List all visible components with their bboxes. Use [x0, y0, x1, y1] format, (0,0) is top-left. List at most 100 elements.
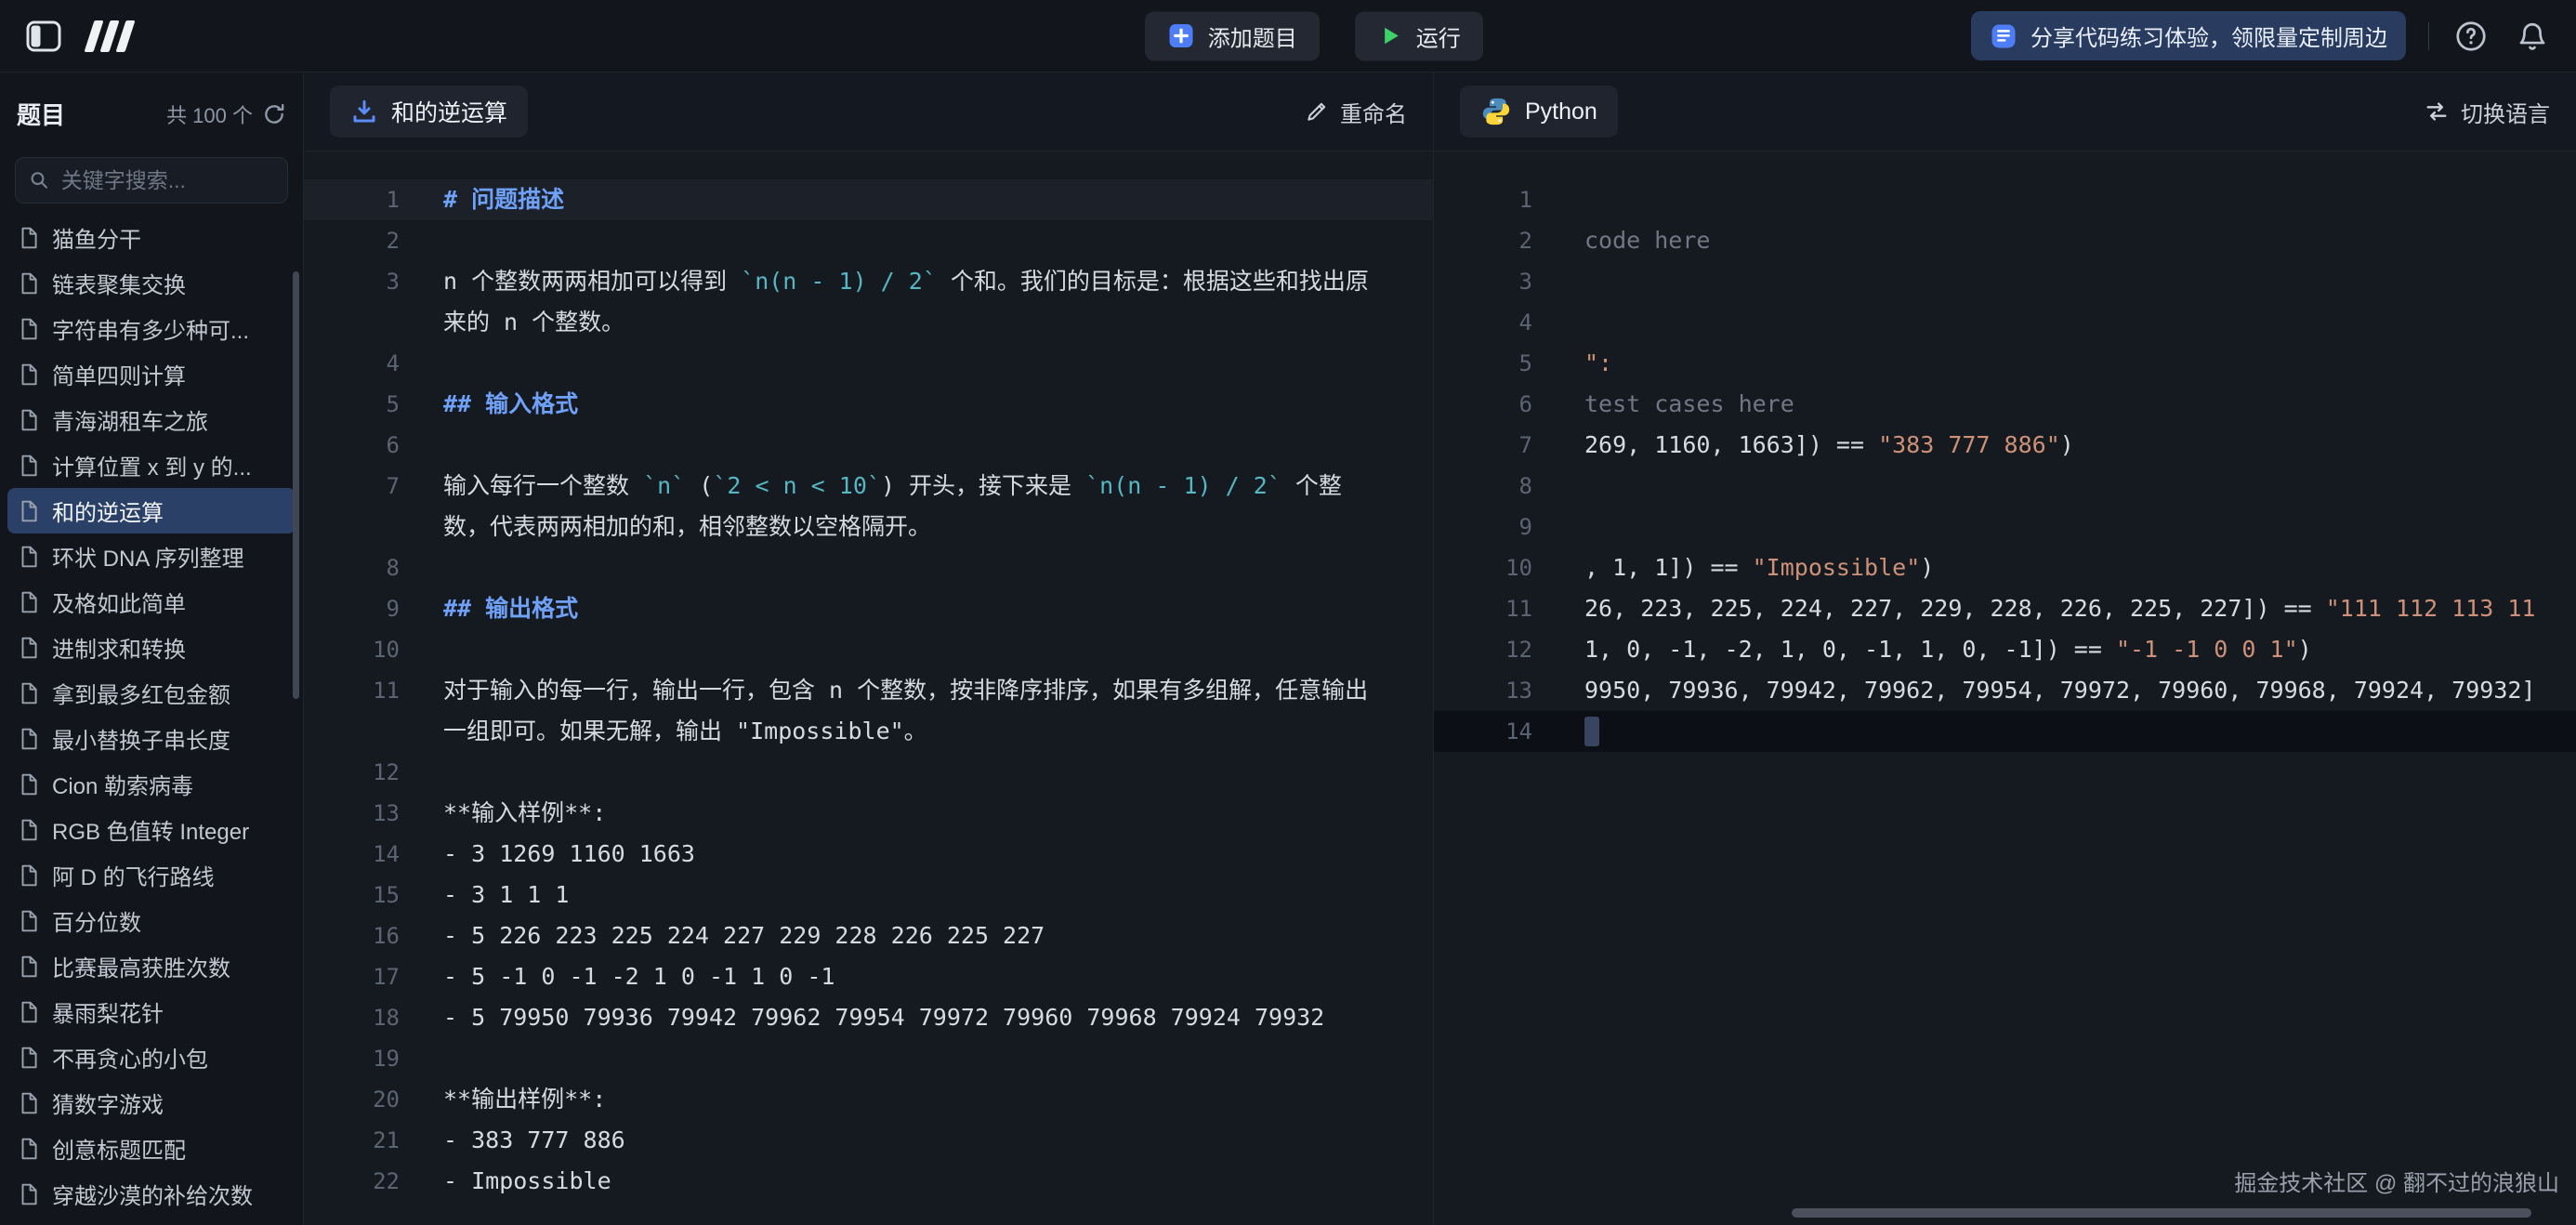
add-problem-button[interactable]: 添加题目 — [1145, 11, 1320, 60]
document-icon — [17, 772, 41, 797]
logo-slash-icon — [115, 20, 135, 52]
code-line: 7269, 1160, 1663]) == "383 777 886") — [1434, 425, 2576, 466]
problem-editor[interactable]: 1# 问题描述23n 个整数两两相加可以得到 `n(n - 1) / 2` 个和… — [304, 151, 1433, 1225]
code-line: 3 — [1434, 261, 2576, 302]
document-icon — [17, 818, 41, 842]
sidebar-item-label: 阿 D 的飞行路线 — [52, 859, 215, 891]
sidebar-item[interactable]: 最小替换子串长度 — [7, 716, 296, 761]
sidebar-item[interactable]: 进制求和转换 — [7, 625, 296, 670]
line-content: 9950, 79936, 79942, 79962, 79954, 79972,… — [1584, 670, 2536, 711]
problem-line: 2 — [304, 220, 1433, 261]
sidebar-toggle-button[interactable] — [24, 17, 63, 56]
line-content: ## 输入格式 — [443, 384, 1433, 425]
language-tab[interactable]: Python — [1460, 86, 1618, 138]
sidebar-item[interactable]: 单词计数器 — [7, 1217, 296, 1225]
line-content: - Impossible — [443, 1161, 1433, 1202]
pencil-icon — [1305, 99, 1329, 124]
promo-text: 分享代码练习体验，领限量定制周边 — [2031, 20, 2387, 52]
problem-count-label: 共 100 个 — [166, 99, 253, 129]
line-content: ## 输出格式 — [443, 588, 1433, 629]
notifications-button[interactable] — [2513, 17, 2552, 56]
sidebar-item-label: 和的逆运算 — [52, 494, 164, 527]
sidebar-item[interactable]: 青海湖租车之旅 — [7, 397, 296, 442]
line-content: 1, 0, -1, -2, 1, 0, -1, 1, 0, -1]) == "-… — [1584, 629, 2312, 670]
problem-line: 10 — [304, 629, 1433, 670]
sidebar-item[interactable]: 计算位置 x 到 y 的... — [7, 442, 296, 488]
problem-line: 6 — [304, 425, 1433, 466]
run-button[interactable]: 运行 — [1355, 11, 1483, 60]
app-logo[interactable] — [89, 20, 130, 53]
rename-button[interactable]: 重命名 — [1305, 96, 1407, 128]
sidebar-item[interactable]: RGB 色值转 Integer — [7, 807, 296, 852]
line-content: **输入样例**: — [443, 793, 1433, 834]
document-icon — [17, 1000, 41, 1024]
sidebar-item-label: 比赛最高获胜次数 — [52, 950, 230, 982]
download-tray-icon — [350, 98, 378, 125]
code-line: 2code here — [1434, 220, 2576, 261]
line-number: 21 — [304, 1120, 400, 1161]
line-content — [443, 752, 1433, 793]
horizontal-scrollbar[interactable] — [1792, 1208, 2531, 1218]
help-button[interactable] — [2451, 17, 2491, 56]
line-content: - 3 1269 1160 1663 — [443, 834, 1433, 875]
sidebar-item[interactable]: 暴雨梨花针 — [7, 989, 296, 1034]
line-content: 输入每行一个整数 `n` (`2 < n < 10`) 开头，接下来是 `n(n… — [443, 466, 1433, 547]
sidebar-item[interactable]: Cion 勒索病毒 — [7, 761, 296, 807]
sidebar-item[interactable]: 阿 D 的飞行路线 — [7, 852, 296, 898]
line-number: 22 — [304, 1161, 400, 1202]
bell-icon — [2517, 20, 2548, 52]
panel-toggle-icon — [26, 20, 61, 52]
problem-line: 19 — [304, 1038, 1433, 1079]
line-content: ": — [1584, 343, 1612, 384]
line-content: - 5 79950 79936 79942 79962 79954 79972 … — [443, 997, 1433, 1038]
code-line: 8 — [1434, 466, 2576, 507]
sidebar-item[interactable]: 简单四则计算 — [7, 351, 296, 397]
sidebar-item[interactable]: 及格如此简单 — [7, 579, 296, 625]
line-number: 6 — [304, 425, 400, 466]
search-input[interactable] — [59, 167, 274, 194]
document-icon — [17, 454, 41, 478]
help-icon — [2454, 20, 2488, 53]
sidebar-vertical-scrollbar[interactable] — [293, 271, 299, 699]
line-number: 9 — [1434, 507, 1532, 547]
sidebar-item[interactable]: 字符串有多少种可... — [7, 306, 296, 351]
line-number: 4 — [1434, 302, 1532, 343]
problem-tab[interactable]: 和的逆运算 — [330, 86, 528, 138]
promo-banner[interactable]: 分享代码练习体验，领限量定制周边 — [1971, 11, 2406, 60]
code-line: 139950, 79936, 79942, 79962, 79954, 7997… — [1434, 670, 2576, 711]
sidebar-item-label: RGB 色值转 Integer — [52, 813, 249, 846]
search-box[interactable] — [15, 157, 288, 204]
line-number: 14 — [304, 834, 400, 875]
switch-language-button[interactable]: 切换语言 — [2424, 96, 2550, 128]
document-icon — [17, 1182, 41, 1206]
add-square-icon — [1167, 22, 1195, 50]
sidebar-item[interactable]: 拿到最多红包金额 — [7, 670, 296, 716]
line-number: 2 — [304, 220, 400, 261]
sidebar-item[interactable]: 和的逆运算 — [7, 488, 296, 533]
code-line: 14 — [1434, 711, 2576, 752]
line-content — [443, 343, 1433, 384]
line-content — [443, 1038, 1433, 1079]
line-number: 16 — [304, 915, 400, 956]
code-line: 10, 1, 1]) == "Impossible") — [1434, 547, 2576, 588]
code-editor[interactable]: 12code here345":6test cases here7269, 11… — [1434, 151, 2576, 1225]
sidebar-item[interactable]: 创意标题匹配 — [7, 1126, 296, 1171]
sidebar-item[interactable]: 猜数字游戏 — [7, 1080, 296, 1126]
document-icon — [17, 636, 41, 660]
sidebar-item[interactable]: 不再贪心的小包 — [7, 1034, 296, 1080]
sidebar-item-label: 环状 DNA 序列整理 — [52, 540, 244, 573]
sidebar-item[interactable]: 环状 DNA 序列整理 — [7, 533, 296, 579]
sidebar-item[interactable]: 猫鱼分干 — [7, 215, 296, 260]
sidebar-item[interactable]: 穿越沙漠的补给次数 — [7, 1171, 296, 1217]
refresh-icon[interactable] — [262, 102, 286, 126]
sidebar-item[interactable]: 百分位数 — [7, 898, 296, 943]
problem-line: 1# 问题描述 — [304, 179, 1433, 220]
problem-line: 5## 输入格式 — [304, 384, 1433, 425]
document-icon — [17, 545, 41, 569]
sidebar-item[interactable]: 链表聚集交换 — [7, 260, 296, 306]
line-content: - 5 226 223 225 224 227 229 228 226 225 … — [443, 915, 1433, 956]
sidebar-item[interactable]: 比赛最高获胜次数 — [7, 943, 296, 989]
line-number: 9 — [304, 588, 400, 629]
line-content — [443, 425, 1433, 466]
problem-line: 3n 个整数两两相加可以得到 `n(n - 1) / 2` 个和。我们的目标是：… — [304, 261, 1433, 343]
